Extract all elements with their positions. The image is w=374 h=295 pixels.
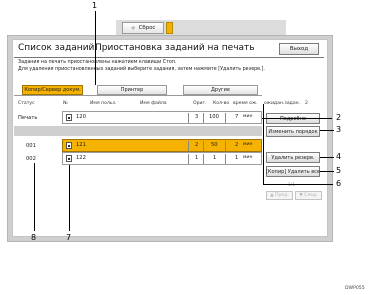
reset-icon: ✧ <box>130 24 136 32</box>
divider <box>203 141 204 151</box>
divider <box>188 141 189 151</box>
divider <box>225 141 226 151</box>
job-quantity: 1 <box>213 155 217 161</box>
scroll-bracket <box>263 104 264 185</box>
page-title: Список заданий <box>18 43 95 53</box>
col-status: Статус <box>18 101 35 106</box>
document-icon: ▪ <box>66 114 72 121</box>
callout-6: 6 <box>336 179 342 188</box>
job-time: 2 <box>235 142 239 148</box>
col-wait: ожидан.задан. <box>264 101 301 106</box>
leader-line-7 <box>69 165 70 231</box>
tab-copier-server[interactable]: Копир/Сервер докум. <box>22 85 83 95</box>
document-icon: ▪ <box>66 142 72 149</box>
job-number: 121 <box>76 142 86 148</box>
row-status: 002 <box>26 156 36 162</box>
leader-line-3 <box>320 130 334 131</box>
divider <box>225 113 226 123</box>
divider <box>203 154 204 164</box>
col-orig: Ориг. <box>193 101 207 106</box>
wait-count: 2 <box>305 101 308 106</box>
table-row[interactable]: ▪ 122 1 1 1 мин <box>62 152 262 165</box>
callout-8: 8 <box>31 233 37 242</box>
status-indicator <box>166 22 173 34</box>
page-subtitle: Приостановка заданий на печать <box>95 43 255 53</box>
reset-button-label: Сброс <box>138 25 156 31</box>
callout-1: 1 <box>92 1 98 10</box>
divider <box>188 113 189 123</box>
delete-reserve-button[interactable]: Удалить резерв. <box>266 152 320 163</box>
job-quantity: 100 <box>209 114 219 120</box>
document-icon: ▪ <box>66 155 72 162</box>
job-originals: 3 <box>195 114 199 120</box>
job-originals: 2 <box>195 142 199 148</box>
callout-5: 5 <box>336 166 342 175</box>
prev-page-button[interactable]: ▲ Пред. <box>266 191 293 200</box>
callout-4: 4 <box>336 152 342 161</box>
job-time: 1 <box>235 155 239 161</box>
col-file: Имя файла <box>140 101 167 106</box>
leader-line-6 <box>263 184 333 185</box>
tab-other[interactable]: Другие <box>183 85 258 95</box>
job-time-unit: мин <box>243 114 253 119</box>
row-status: Печать <box>18 115 38 121</box>
separator-band <box>14 126 262 136</box>
figure-code: DWP055 <box>345 286 365 291</box>
job-quantity: 50 <box>211 142 218 148</box>
info-line-2: Для удаления приостановленных заданий вы… <box>18 67 265 72</box>
next-page-button[interactable]: ▼ След. <box>295 191 322 200</box>
exit-button[interactable]: Выход <box>279 43 319 55</box>
leader-line-2 <box>262 118 332 119</box>
job-time-unit: мин <box>243 142 253 147</box>
table-row[interactable]: ▪ 120 3 100 7 мин <box>62 111 262 124</box>
job-number: 122 <box>76 155 86 161</box>
job-time-unit: мин <box>243 155 253 160</box>
col-time: время ож. <box>233 101 258 106</box>
divider <box>203 113 204 123</box>
job-number: 120 <box>76 114 86 120</box>
job-time: 7 <box>235 114 239 120</box>
leader-line-5 <box>320 171 334 172</box>
job-originals: 1 <box>195 155 199 161</box>
col-user: Имя польз. <box>90 101 117 106</box>
col-no: № <box>63 101 68 106</box>
change-order-button[interactable]: Изменить порядок <box>266 126 320 137</box>
info-line-1: Задания на печать приостановлены нажатие… <box>18 60 177 65</box>
table-row-selected[interactable]: ▪ 121 2 50 2 мин <box>62 139 262 152</box>
callout-7: 7 <box>66 233 72 242</box>
divider <box>188 154 189 164</box>
reset-button[interactable]: ✧ Сброс <box>122 22 164 34</box>
tab-printer[interactable]: Принтер <box>97 85 167 95</box>
tab-divider <box>14 95 262 96</box>
divider <box>225 154 226 164</box>
row-status: 001 <box>26 143 36 149</box>
delete-all-button[interactable]: [Копир] Удалить все <box>266 166 320 177</box>
leader-line-4 <box>320 157 334 158</box>
callout-2: 2 <box>336 113 342 122</box>
leader-line-1 <box>95 11 96 85</box>
col-qty: Кол-во <box>213 101 230 106</box>
title-divider <box>14 57 324 58</box>
leader-line-8 <box>34 163 35 231</box>
callout-3: 3 <box>336 125 342 134</box>
